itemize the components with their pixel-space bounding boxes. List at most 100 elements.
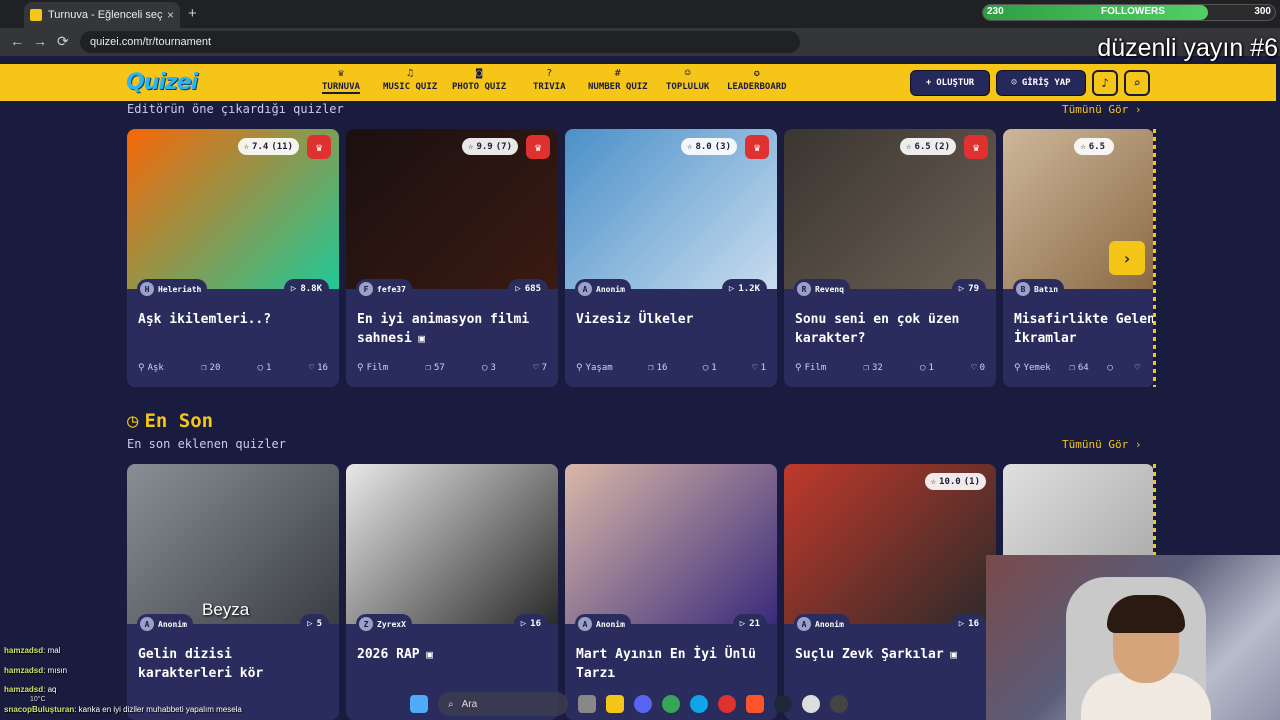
quiz-title[interactable]: Mart Ayının En İyi Ünlü Tarzı: [576, 645, 771, 683]
quiz-card[interactable]: Beyza A Anonim ▷ 5 Gelin dizisi karakterleri …: [127, 464, 339, 720]
crown-icon: ♛: [964, 135, 988, 159]
url-text: quizei.com/tr/tournament: [90, 36, 212, 48]
nav-item-label: TRIVIA: [533, 82, 566, 92]
carousel-next-button[interactable]: ›: [1109, 241, 1145, 275]
nav-item-topluluk[interactable]: ☺ TOPLULUK: [666, 68, 709, 92]
tab-title: Turnuva - Eğlenceli seçimler ya: [48, 9, 163, 21]
quiz-title[interactable]: Gelin dizisi karakterleri kör: [138, 645, 333, 683]
video-icon: ▣: [943, 648, 957, 661]
chrome-icon[interactable]: [662, 695, 680, 713]
author-chip[interactable]: A Anonim: [794, 614, 850, 634]
quiz-card[interactable]: ☆ 9.9 (7) ♛ Ffefe37 ▷ 685 En iyi animasyon film…: [346, 129, 558, 387]
author-chip[interactable]: R Revenq: [794, 279, 850, 299]
avatar: Z: [359, 617, 373, 631]
browser-tab-strip: Turnuva - Eğlenceli seçimler ya × + 230 …: [0, 0, 1280, 28]
author-chip[interactable]: B Batın: [1013, 279, 1065, 299]
nav-item-leaderboard[interactable]: ✪ LEADERBOARD: [727, 68, 787, 92]
bell-icon[interactable]: ♪: [1092, 70, 1118, 96]
question-icon: ?: [546, 68, 553, 79]
quiz-card[interactable]: ☆ 7.4 (11) ♛ H Heleriath ▷ 8.8K Aşk ikilemleri..…: [127, 129, 339, 387]
new-tab-button[interactable]: +: [188, 5, 197, 22]
author-chip[interactable]: A Anonim: [575, 279, 631, 299]
nav-item-trivia[interactable]: ? TRIVIA: [533, 68, 566, 92]
quiz-card[interactable]: A Anonim ▷ 21 Mart Ayının En İyi Ünlü Tarzı: [565, 464, 777, 720]
quiz-title[interactable]: En iyi animasyon filmi sahnesi ▣: [357, 310, 552, 348]
quiz-card[interactable]: ☆ 8.0 (3) ♛ A Anonim ▷ 1.2K Vizesiz Ülkeler ⚲ Yaşa…: [565, 129, 777, 387]
author-name: Revenq: [815, 284, 844, 294]
site-logo[interactable]: Quizei: [126, 70, 198, 95]
featured-see-all-link[interactable]: Tümünü Gör ›: [1062, 103, 1141, 116]
nav-item-photo-quiz[interactable]: ◙ PHOTO QUIZ: [452, 68, 506, 92]
author-chip[interactable]: Z ZyrexX: [356, 614, 412, 634]
opera-icon[interactable]: [718, 695, 736, 713]
clock-icon: ◷: [127, 410, 139, 432]
rating-badge: ☆ 8.0 (3): [681, 138, 737, 155]
discord-icon[interactable]: [634, 695, 652, 713]
rating-value: 8.0: [695, 141, 712, 152]
author-chip[interactable]: H Heleriath: [137, 279, 208, 299]
star-icon: ☆: [930, 476, 937, 487]
tab-close-icon[interactable]: ×: [167, 8, 174, 22]
star-icon: ☆: [243, 141, 250, 152]
chevron-right-icon: ›: [1122, 248, 1132, 268]
heart-icon: ♡: [1134, 363, 1140, 373]
play-count: ▷ 21: [732, 614, 767, 634]
play-count-value: 79: [968, 284, 979, 294]
author-chip[interactable]: A Anonim: [575, 614, 631, 634]
play-icon: ▷: [958, 284, 965, 294]
quiz-title[interactable]: Sonu seni en çok üzen karakter?: [795, 310, 990, 348]
quiz-title[interactable]: Misafirlikte Gelen Kötü İkramlar: [1014, 310, 1154, 348]
forward-icon[interactable]: →: [33, 33, 47, 49]
nav-item-number-quiz[interactable]: # NUMBER QUIZ: [588, 68, 648, 92]
meta-comments-value: 3: [490, 363, 496, 373]
back-icon[interactable]: ←: [10, 33, 24, 49]
reload-icon[interactable]: ⟳: [57, 33, 69, 50]
medal-icon: ✪: [753, 68, 760, 79]
quiz-title[interactable]: 2026 RAP ▣: [357, 645, 552, 664]
quiz-card[interactable]: ☆ 6.5 (2) ♛ R Revenq ▷ 79 Sonu seni en çok üzen …: [784, 129, 996, 387]
chat-text: : mal: [43, 646, 61, 655]
windows-start-icon[interactable]: [410, 695, 428, 713]
search-icon[interactable]: ⌕: [1124, 70, 1150, 96]
meta-comments: ◯: [1107, 363, 1115, 373]
quiz-meta: ⚲ Film ❐ 32 ◯ 1 ♡ 0: [795, 363, 985, 373]
author-name: Batın: [1034, 284, 1059, 294]
create-button[interactable]: + OLUŞTUR: [910, 70, 990, 96]
file-explorer-icon[interactable]: [606, 695, 624, 713]
comment-icon: ◯: [482, 363, 488, 373]
carousel-edge-divider-latest: [1153, 464, 1156, 555]
meta-comments-value: 1: [266, 363, 272, 373]
quiz-title[interactable]: Vizesiz Ülkeler: [576, 310, 771, 329]
steam-icon[interactable]: [774, 695, 792, 713]
quiz-meta: ⚲ Yemek ❐ 64 ◯ ♡: [1014, 363, 1143, 373]
quiz-card[interactable]: ☆ 10.0 (1) A Anonim ▷ 16 Suçlu Zevk Şarkılar ▣: [784, 464, 996, 720]
login-button[interactable]: ☺ GİRİŞ YAP: [996, 70, 1086, 96]
address-bar[interactable]: quizei.com/tr/tournament: [80, 31, 800, 53]
tag-icon: ⚲: [795, 363, 802, 373]
meta-likes: ♡ 0: [971, 363, 985, 373]
latest-see-all-link[interactable]: Tümünü Gör ›: [1062, 438, 1141, 451]
brave-icon[interactable]: [746, 695, 764, 713]
nav-item-music-quiz[interactable]: ♫ MUSIC QUIZ: [383, 68, 437, 92]
star-icon: ☆: [468, 141, 474, 152]
task-view-icon[interactable]: [578, 695, 596, 713]
rating-votes: (3): [714, 141, 731, 152]
nav-item-turnuva[interactable]: ♛ TURNUVA: [322, 68, 360, 94]
quiz-title[interactable]: Suçlu Zevk Şarkılar ▣: [795, 645, 990, 664]
play-count-value: 21: [749, 619, 760, 629]
author-chip[interactable]: A Anonim: [137, 614, 193, 634]
user-icon: ☺: [1011, 78, 1017, 88]
quiz-card[interactable]: Z ZyrexX ▷ 16 2026 RAP ▣: [346, 464, 558, 720]
rating-value: 10.0: [939, 476, 961, 487]
author-chip[interactable]: Ffefe37: [356, 279, 412, 299]
app-icon[interactable]: [830, 695, 848, 713]
play-icon: ▷: [728, 284, 735, 294]
taskbar-search[interactable]: ⌕ Ara: [438, 692, 568, 716]
obs-icon[interactable]: [802, 695, 820, 713]
comment-icon: ◯: [702, 363, 709, 373]
nav-item-label: TOPLULUK: [666, 82, 710, 92]
quiz-title[interactable]: Aşk ikilemleri..?: [138, 310, 333, 329]
browser-tab[interactable]: Turnuva - Eğlenceli seçimler ya ×: [24, 2, 180, 28]
nav-item-label: NUMBER QUIZ: [588, 82, 648, 92]
edge-icon[interactable]: [690, 695, 708, 713]
